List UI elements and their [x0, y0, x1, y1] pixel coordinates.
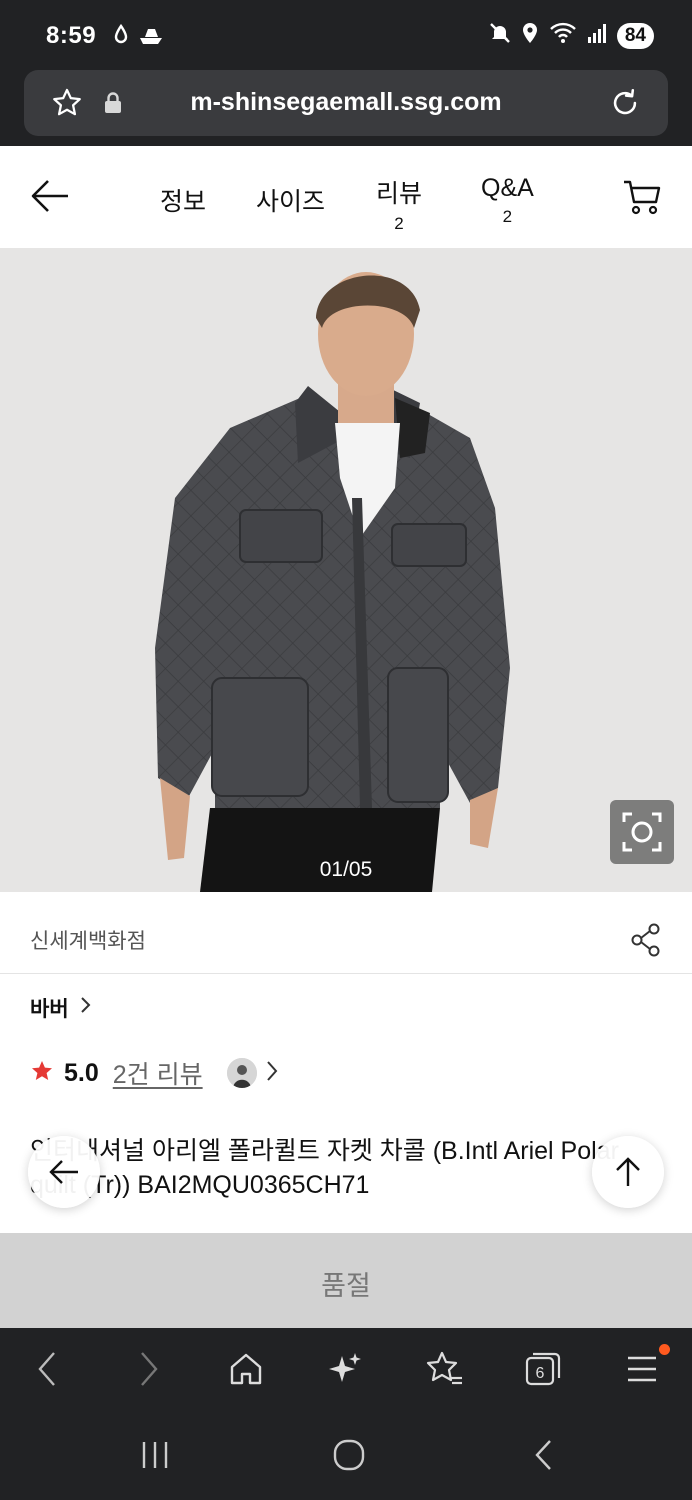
soldout-button[interactable]: 품절	[0, 1233, 692, 1328]
status-right-icons: 84	[489, 22, 654, 49]
store-row: 신세계백화점	[0, 892, 692, 974]
arrow-up-icon	[616, 1157, 640, 1186]
system-back-icon[interactable]	[532, 1438, 554, 1477]
camera-scan-icon	[622, 812, 662, 852]
tab-info-label: 정보	[160, 188, 207, 216]
bookmarks-icon[interactable]	[424, 1350, 464, 1393]
browser-address-area: m-shinsegaemall.ssg.com	[0, 70, 692, 146]
system-navigation-bar	[0, 1412, 692, 1500]
visual-search-button[interactable]	[610, 800, 674, 864]
tab-qna[interactable]: Q&A 2	[481, 174, 534, 227]
tab-review-count: 2	[394, 214, 404, 233]
review-count-link[interactable]: 2건 리뷰	[113, 1055, 203, 1091]
recent-apps-icon[interactable]	[140, 1438, 170, 1477]
browser-toolbar: 6	[0, 1328, 692, 1412]
store-name[interactable]: 신세계백화점	[30, 925, 146, 955]
tab-review[interactable]: 리뷰 2	[376, 174, 422, 234]
reload-icon[interactable]	[608, 85, 642, 126]
browser-forward-icon[interactable]	[138, 1350, 160, 1393]
tab-size-label: 사이즈	[256, 188, 326, 216]
cart-icon[interactable]	[622, 178, 662, 221]
drop-icon	[114, 23, 128, 49]
brand-name: 바버	[30, 998, 69, 1021]
tab-info[interactable]: 정보	[160, 182, 206, 218]
soldout-label: 품절	[321, 1271, 371, 1301]
arrow-left-icon	[49, 1160, 78, 1184]
rating-star-icon	[30, 1059, 54, 1088]
rating-row: 5.0 2건 리뷰	[30, 1055, 279, 1091]
product-image[interactable]: 01/05	[0, 248, 692, 892]
brand-link[interactable]: 바버	[30, 993, 91, 1023]
url-text[interactable]: m-shinsegaemall.ssg.com	[24, 88, 668, 117]
home-button-icon[interactable]	[332, 1438, 366, 1477]
tabs-icon[interactable]: 6	[524, 1350, 562, 1393]
battery-badge: 84	[616, 22, 654, 49]
status-time: 8:59	[46, 22, 97, 49]
product-title: 인터내셔널 아리엘 폴라퀼트 자켓 차콜 (B.Intl Ariel Polar…	[30, 1137, 619, 1199]
mute-icon	[489, 22, 511, 49]
browser-back-icon[interactable]	[36, 1350, 58, 1393]
address-bar[interactable]: m-shinsegaemall.ssg.com	[24, 70, 668, 136]
rating-value: 5.0	[64, 1058, 99, 1087]
tab-qna-label: Q&A	[481, 174, 534, 202]
wifi-icon	[549, 22, 577, 49]
menu-icon[interactable]	[626, 1350, 658, 1393]
tab-qna-count: 2	[502, 207, 513, 226]
chevron-right-icon[interactable]	[265, 1060, 279, 1087]
share-icon[interactable]	[630, 922, 662, 963]
product-header: 정보 사이즈 리뷰 2 Q&A 2	[0, 146, 692, 248]
scroll-to-top-button[interactable]	[592, 1136, 664, 1208]
location-icon	[521, 22, 539, 49]
tab-review-label: 리뷰	[376, 180, 423, 208]
product-photo	[0, 248, 692, 892]
signal-icon	[587, 23, 607, 48]
floating-back-button[interactable]	[28, 1136, 100, 1208]
status-bar: 8:59 84	[0, 0, 692, 70]
tabs-count: 6	[536, 1365, 545, 1382]
image-counter: 01/05	[319, 858, 373, 881]
notification-dot	[659, 1344, 670, 1355]
back-arrow-icon[interactable]	[30, 178, 70, 219]
ai-sparkle-icon[interactable]	[326, 1350, 364, 1393]
tab-size[interactable]: 사이즈	[256, 182, 325, 218]
home-icon[interactable]	[228, 1350, 264, 1393]
boat-icon	[138, 24, 164, 51]
chevron-right-icon	[79, 996, 91, 1020]
review-photo-thumbnail[interactable]	[226, 1058, 257, 1088]
